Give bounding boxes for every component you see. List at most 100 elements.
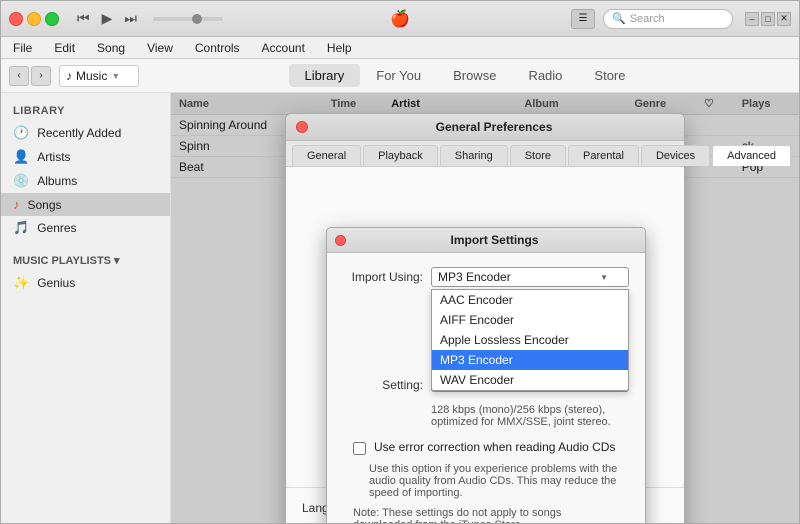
error-correction-checkbox[interactable]: [353, 442, 366, 455]
import-note: Note: These settings do not apply to son…: [353, 507, 619, 523]
prefs-tab-store[interactable]: Store: [510, 145, 566, 166]
import-using-select[interactable]: MP3 Encoder: [431, 267, 629, 287]
option-apple-lossless[interactable]: Apple Lossless Encoder: [432, 330, 628, 350]
menu-view[interactable]: View: [143, 39, 177, 57]
search-icon: 🔍: [612, 12, 626, 25]
nav-location: ♪ Music ▼: [59, 65, 139, 87]
content-area: Name Time Artist Album Genre ♡ Plays Spi…: [171, 93, 799, 523]
sidebar-item-recently-added[interactable]: 🕐 Recently Added: [1, 121, 170, 145]
sidebar-item-artists[interactable]: 👤 Artists: [1, 145, 170, 169]
sidebar-item-songs[interactable]: ♪ Songs: [1, 193, 170, 216]
apple-logo: 🍎: [235, 9, 565, 29]
prefs-tab-advanced[interactable]: Advanced: [712, 145, 791, 166]
playlists-title[interactable]: Music Playlists ▾: [1, 250, 170, 271]
import-titlebar: Import Settings: [327, 228, 645, 253]
error-correction-desc: Use this option if you experience proble…: [369, 463, 629, 499]
prefs-tab-sharing[interactable]: Sharing: [440, 145, 508, 166]
general-prefs-close[interactable]: [296, 121, 308, 133]
tab-library[interactable]: Library: [289, 64, 361, 87]
prefs-tab-playback[interactable]: Playback: [363, 145, 438, 166]
error-correction-row: Use error correction when reading Audio …: [353, 440, 629, 455]
sidebar-item-songs-label: Songs: [28, 198, 62, 212]
music-icon: ♪: [66, 69, 72, 83]
import-title: Import Settings: [352, 233, 637, 247]
menu-song[interactable]: Song: [93, 39, 129, 57]
minimize-button[interactable]: [27, 12, 41, 26]
import-using-dropdown[interactable]: MP3 Encoder AAC Encoder AIFF Encoder App…: [431, 267, 629, 287]
titlebar-right: ☰ 🔍 Search – □ ✕: [571, 9, 791, 29]
main-content: Library 🕐 Recently Added 👤 Artists 💿 Alb…: [1, 93, 799, 523]
volume-slider[interactable]: [153, 17, 223, 21]
import-close-button[interactable]: [335, 235, 346, 246]
transport-controls: ⏮ ▶ ⏭: [73, 8, 141, 29]
nav-tabs: Library For You Browse Radio Store: [139, 64, 791, 87]
maximize-button[interactable]: [45, 12, 59, 26]
search-placeholder: Search: [630, 13, 665, 25]
sidebar-item-genius-label: Genius: [37, 276, 75, 290]
navbar: ‹ › ♪ Music ▼ Library For You Browse Rad…: [1, 59, 799, 93]
recently-added-icon: 🕐: [13, 125, 29, 141]
error-correction-label: Use error correction when reading Audio …: [374, 440, 615, 454]
tab-browse[interactable]: Browse: [437, 64, 512, 87]
tab-for-you[interactable]: For You: [360, 64, 437, 87]
nav-dropdown-icon: ▼: [111, 71, 120, 81]
list-view-button[interactable]: ☰: [571, 9, 595, 29]
albums-icon: 💿: [13, 173, 29, 189]
import-using-label: Import Using:: [343, 270, 423, 284]
artists-icon: 👤: [13, 149, 29, 165]
nav-location-text: Music: [76, 69, 107, 83]
rewind-button[interactable]: ⏮: [73, 8, 94, 29]
sidebar-item-recently-added-label: Recently Added: [37, 126, 121, 140]
win-close[interactable]: ✕: [777, 12, 791, 26]
prefs-tab-general[interactable]: General: [292, 145, 361, 166]
general-prefs-titlebar: General Preferences: [286, 114, 684, 141]
sidebar-item-albums[interactable]: 💿 Albums: [1, 169, 170, 193]
overlay: General Preferences General Playback Sha…: [171, 93, 799, 523]
menu-controls[interactable]: Controls: [191, 39, 244, 57]
menubar: File Edit Song View Controls Account Hel…: [1, 37, 799, 59]
sidebar: Library 🕐 Recently Added 👤 Artists 💿 Alb…: [1, 93, 171, 523]
import-using-row: Import Using: MP3 Encoder AAC Encoder AI…: [343, 267, 629, 287]
playlists-section: Music Playlists ▾ ✨ Genius: [1, 250, 170, 295]
option-wav[interactable]: WAV Encoder: [432, 370, 628, 390]
sidebar-item-genres-label: Genres: [37, 221, 76, 235]
genres-icon: 🎵: [13, 220, 29, 236]
general-prefs-tabs: General Playback Sharing Store Parental …: [286, 141, 684, 167]
nav-back[interactable]: ‹: [9, 66, 29, 86]
import-dropdown-list: AAC Encoder AIFF Encoder Apple Lossless …: [431, 289, 629, 391]
option-aiff[interactable]: AIFF Encoder: [432, 310, 628, 330]
close-button[interactable]: [9, 12, 23, 26]
import-using-value: MP3 Encoder: [438, 270, 511, 284]
option-aac[interactable]: AAC Encoder: [432, 290, 628, 310]
menu-account[interactable]: Account: [258, 39, 309, 57]
import-settings-dialog: Import Settings Import Using: MP3 Encode…: [326, 227, 646, 523]
setting-label: Setting:: [343, 378, 423, 392]
option-mp3[interactable]: MP3 Encoder: [432, 350, 628, 370]
win-restore[interactable]: □: [761, 12, 775, 26]
songs-icon: ♪: [13, 197, 20, 212]
import-dialog-body: Import Using: MP3 Encoder AAC Encoder AI…: [327, 253, 645, 523]
forward-button[interactable]: ⏭: [120, 8, 141, 29]
menu-edit[interactable]: Edit: [50, 39, 79, 57]
main-window: ⏮ ▶ ⏭ 🍎 ☰ 🔍 Search – □ ✕ File Edit Song …: [0, 0, 800, 524]
nav-forward[interactable]: ›: [31, 66, 51, 86]
menu-file[interactable]: File: [9, 39, 36, 57]
window-controls: [9, 12, 59, 26]
tab-store[interactable]: Store: [578, 64, 641, 87]
general-prefs-dialog: General Preferences General Playback Sha…: [285, 113, 685, 523]
general-prefs-content: Import Settings Import Using: MP3 Encode…: [286, 167, 684, 487]
sidebar-item-artists-label: Artists: [37, 150, 70, 164]
play-button[interactable]: ▶: [98, 8, 117, 29]
search-box[interactable]: 🔍 Search: [603, 9, 733, 29]
genius-icon: ✨: [13, 275, 29, 291]
titlebar: ⏮ ▶ ⏭ 🍎 ☰ 🔍 Search – □ ✕: [1, 1, 799, 37]
win-minimize[interactable]: –: [745, 12, 759, 26]
library-section-title: Library: [1, 101, 170, 121]
prefs-tab-parental[interactable]: Parental: [568, 145, 639, 166]
sidebar-item-genres[interactable]: 🎵 Genres: [1, 216, 170, 240]
prefs-tab-devices[interactable]: Devices: [641, 145, 710, 166]
sidebar-item-genius[interactable]: ✨ Genius: [1, 271, 170, 295]
win-controls: – □ ✕: [745, 12, 791, 26]
menu-help[interactable]: Help: [323, 39, 356, 57]
tab-radio[interactable]: Radio: [512, 64, 578, 87]
